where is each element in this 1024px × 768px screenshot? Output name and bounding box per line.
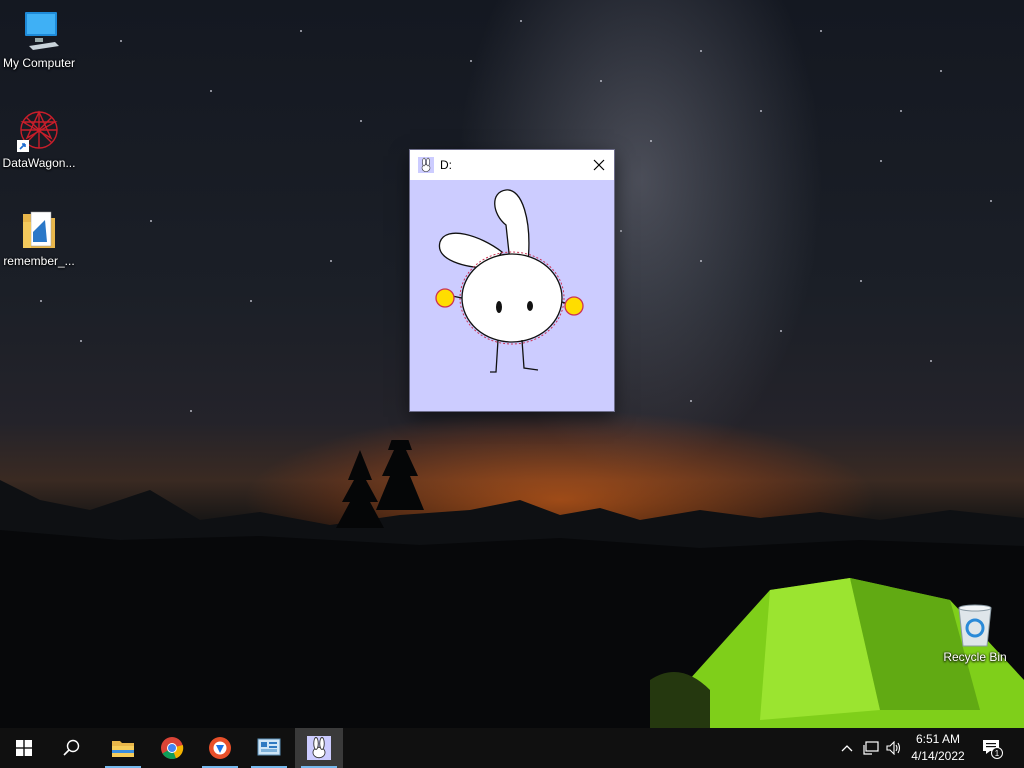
bunny-app-window[interactable]: D:: [410, 150, 614, 411]
desktop-icon-remember[interactable]: remember_...: [1, 208, 77, 268]
show-hidden-icons-button[interactable]: [838, 728, 856, 768]
taskbar-chrome[interactable]: [148, 728, 196, 768]
bunny-character: [435, 189, 584, 373]
desktop-icon-label: My Computer: [2, 56, 76, 70]
taskbar-bunny-app[interactable]: [295, 728, 343, 768]
windows-start-icon: [16, 740, 32, 756]
action-center-button[interactable]: 1: [978, 728, 1006, 768]
network-icon: [863, 741, 879, 755]
taskbar-file-explorer[interactable]: [99, 728, 147, 768]
search-icon: [63, 739, 80, 756]
browser-icon: [209, 737, 231, 759]
desktop-icon-datawagon[interactable]: DataWagon...: [1, 108, 77, 170]
datawagon-icon: [17, 110, 58, 152]
control-panel-icon: [257, 738, 281, 756]
bunny-app-icon: [418, 157, 434, 173]
clock-date: 4/14/2022: [911, 749, 965, 763]
start-button[interactable]: [0, 728, 48, 768]
taskbar-control-panel[interactable]: [245, 728, 293, 768]
notification-icon: 1: [983, 740, 1003, 759]
recycle-bin-icon: [958, 604, 992, 647]
search-button[interactable]: [48, 728, 96, 768]
taskbar-clock[interactable]: 6:51 AM 4/14/2022: [905, 731, 971, 765]
computer-icon: [25, 12, 59, 50]
desktop-icon-label: remember_...: [3, 254, 75, 268]
bunny-app-icon: [307, 736, 331, 760]
window-titlebar[interactable]: D:: [410, 150, 614, 180]
taskbar-browser[interactable]: [196, 728, 244, 768]
window-content[interactable]: [410, 180, 614, 411]
folder-icon: [112, 741, 134, 757]
network-button[interactable]: [860, 728, 882, 768]
notification-count: 1: [995, 749, 1000, 758]
desktop-icon-label: Recycle Bin: [943, 650, 1007, 664]
chevron-up-icon: [841, 745, 853, 752]
taskbar: 6:51 AM 4/14/2022 1: [0, 728, 1024, 768]
volume-icon: [886, 741, 901, 755]
volume-button[interactable]: [884, 728, 904, 768]
desktop-icon-my-computer[interactable]: My Computer: [1, 10, 77, 70]
close-icon: [593, 159, 605, 171]
window-title: D:: [440, 158, 452, 172]
close-button[interactable]: [584, 150, 614, 180]
clock-time: 6:51 AM: [915, 732, 961, 746]
desktop-icon-label: DataWagon...: [2, 156, 76, 170]
chrome-icon: [161, 737, 184, 760]
desktop-icon-recycle-bin[interactable]: Recycle Bin: [937, 602, 1013, 664]
folder-icon: [23, 211, 55, 248]
